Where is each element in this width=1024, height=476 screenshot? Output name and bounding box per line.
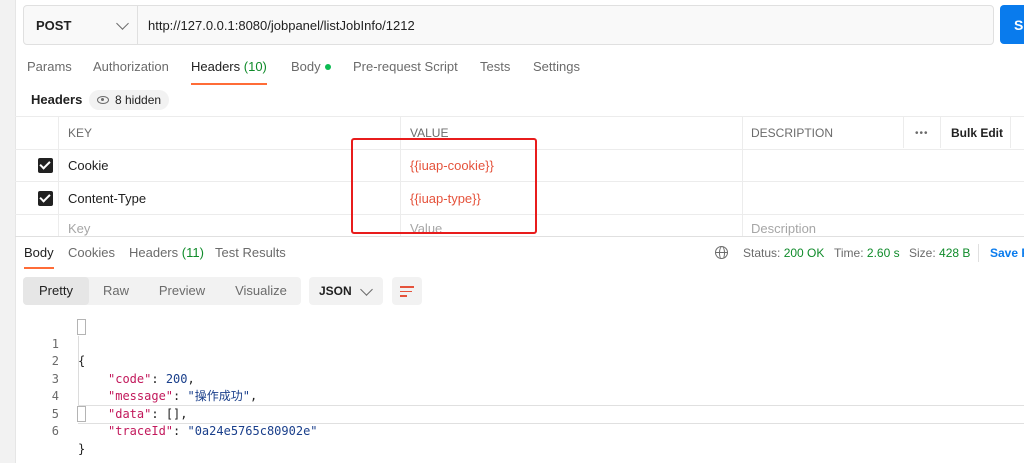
column-divider (58, 116, 59, 236)
tab-headers[interactable]: Headers (10) (191, 55, 267, 85)
indent-guide (78, 336, 79, 406)
code-text: "data": [], (108, 406, 188, 421)
response-divider (15, 236, 1024, 237)
code-text: { (78, 354, 86, 368)
send-button[interactable]: S (1000, 5, 1024, 44)
code-line: 3 "message": "操作成功", (15, 353, 257, 404)
tab-response-cookies[interactable]: Cookies (68, 245, 115, 267)
save-response-button[interactable]: Save R (990, 246, 1024, 260)
body-indicator-dot (324, 63, 331, 70)
header-key-cell[interactable]: Content-Type (68, 182, 146, 214)
row-checkbox[interactable] (38, 149, 53, 181)
row-checkbox[interactable] (38, 182, 53, 214)
json-key: "message" (108, 389, 174, 403)
bracket-match-box (77, 406, 86, 422)
language-select[interactable]: JSON (309, 277, 383, 305)
code-text: } (78, 441, 86, 456)
code-line: 2 "code": 200, (15, 336, 195, 386)
code-text: "traceId": "0a24e5765c80902e" (108, 424, 318, 438)
hidden-headers-count: 8 hidden (115, 93, 162, 107)
code-line: 6 } (15, 406, 85, 456)
language-label: JSON (319, 284, 352, 298)
time-readout: Time: 2.60 s (834, 246, 900, 260)
json-value: 200 (165, 371, 188, 386)
tab-test-results[interactable]: Test Results (215, 245, 286, 267)
request-url-bar: POST http://127.0.0.1:8080/jobpanel/list… (23, 5, 994, 45)
checkbox-checked-icon (38, 190, 53, 206)
annotation-highlight-box (351, 138, 537, 234)
tab-response-headers-count: (11) (181, 245, 204, 260)
json-key: "code" (108, 371, 152, 386)
tab-body-label: Body (291, 59, 321, 74)
tab-authorization[interactable]: Authorization (93, 55, 169, 83)
bulk-edit-button[interactable]: Bulk Edit (951, 117, 1003, 149)
active-line-highlight (78, 405, 1024, 424)
column-divider (903, 116, 904, 148)
size-value: 428 B (939, 246, 971, 260)
bracket-match-box (77, 319, 86, 335)
tab-params[interactable]: Params (27, 55, 72, 83)
wrap-icon (400, 286, 414, 288)
new-description-input[interactable]: Description (751, 215, 816, 241)
size-readout: Size: 428 B (909, 246, 970, 260)
hidden-headers-toggle[interactable]: 8 hidden (89, 90, 170, 110)
time-value: 2.60 s (866, 246, 900, 260)
code-line: 4 "data": [], (15, 371, 188, 421)
format-raw[interactable]: Raw (92, 277, 140, 305)
json-key: "traceId" (108, 424, 174, 438)
column-divider (742, 116, 743, 236)
code-text: "code": 200, (108, 371, 195, 386)
globe-icon[interactable] (715, 246, 728, 259)
wrap-lines-button[interactable] (392, 277, 422, 305)
left-sidebar-strip (0, 0, 16, 463)
tab-headers-label: Headers (191, 59, 241, 74)
column-key-header: KEY (68, 126, 93, 140)
status-divider (978, 244, 979, 262)
wrap-icon-line (400, 295, 407, 297)
json-value: [] (165, 406, 181, 421)
eye-icon (97, 96, 109, 104)
time-label: Time: (834, 246, 864, 260)
more-options-icon[interactable]: ••• (915, 117, 929, 149)
tab-tests[interactable]: Tests (480, 55, 510, 83)
tab-settings[interactable]: Settings (533, 55, 580, 83)
tab-body[interactable]: Body (291, 55, 331, 83)
size-label: Size: (909, 246, 936, 260)
status-readout: Status: 200 OK (743, 246, 824, 260)
status-value: 200 OK (783, 246, 825, 260)
json-value: "0a24e5765c80902e" (187, 424, 318, 438)
json-key: "data" (108, 406, 152, 421)
code-line: 1 { (15, 318, 85, 369)
tab-response-headers-label: Headers (129, 245, 179, 260)
format-pretty[interactable]: Pretty (23, 277, 89, 305)
method-select[interactable]: POST (24, 6, 138, 44)
header-key-cell[interactable]: Cookie (68, 149, 108, 181)
column-divider (1010, 116, 1011, 148)
headers-section-label: Headers (31, 92, 83, 107)
new-key-input[interactable]: Key (68, 215, 90, 241)
column-divider (940, 116, 941, 148)
url-input[interactable]: http://127.0.0.1:8080/jobpanel/listJobIn… (138, 6, 415, 44)
tab-headers-count: (10) (243, 59, 267, 74)
line-number: 6 (51, 424, 59, 438)
checkbox-checked-icon (38, 157, 53, 173)
method-label: POST (36, 17, 72, 33)
chevron-down-icon (116, 16, 129, 30)
code-text: "message": "操作成功", (108, 389, 258, 403)
tab-response-body[interactable]: Body (24, 245, 54, 269)
format-visualize[interactable]: Visualize (226, 277, 296, 305)
tab-response-headers[interactable]: Headers (11) (129, 245, 204, 267)
format-selector: Pretty Raw Preview Visualize (23, 277, 301, 305)
json-value: "操作成功" (187, 389, 250, 403)
wrap-icon-line (400, 290, 412, 292)
column-description-header: DESCRIPTION (751, 126, 834, 140)
chevron-down-icon (360, 282, 373, 296)
status-label: Status: (743, 246, 781, 260)
format-preview[interactable]: Preview (150, 277, 214, 305)
code-line: 5 "traceId": "0a24e5765c80902e" (15, 388, 318, 439)
tab-prerequest-script[interactable]: Pre-request Script (353, 55, 458, 83)
